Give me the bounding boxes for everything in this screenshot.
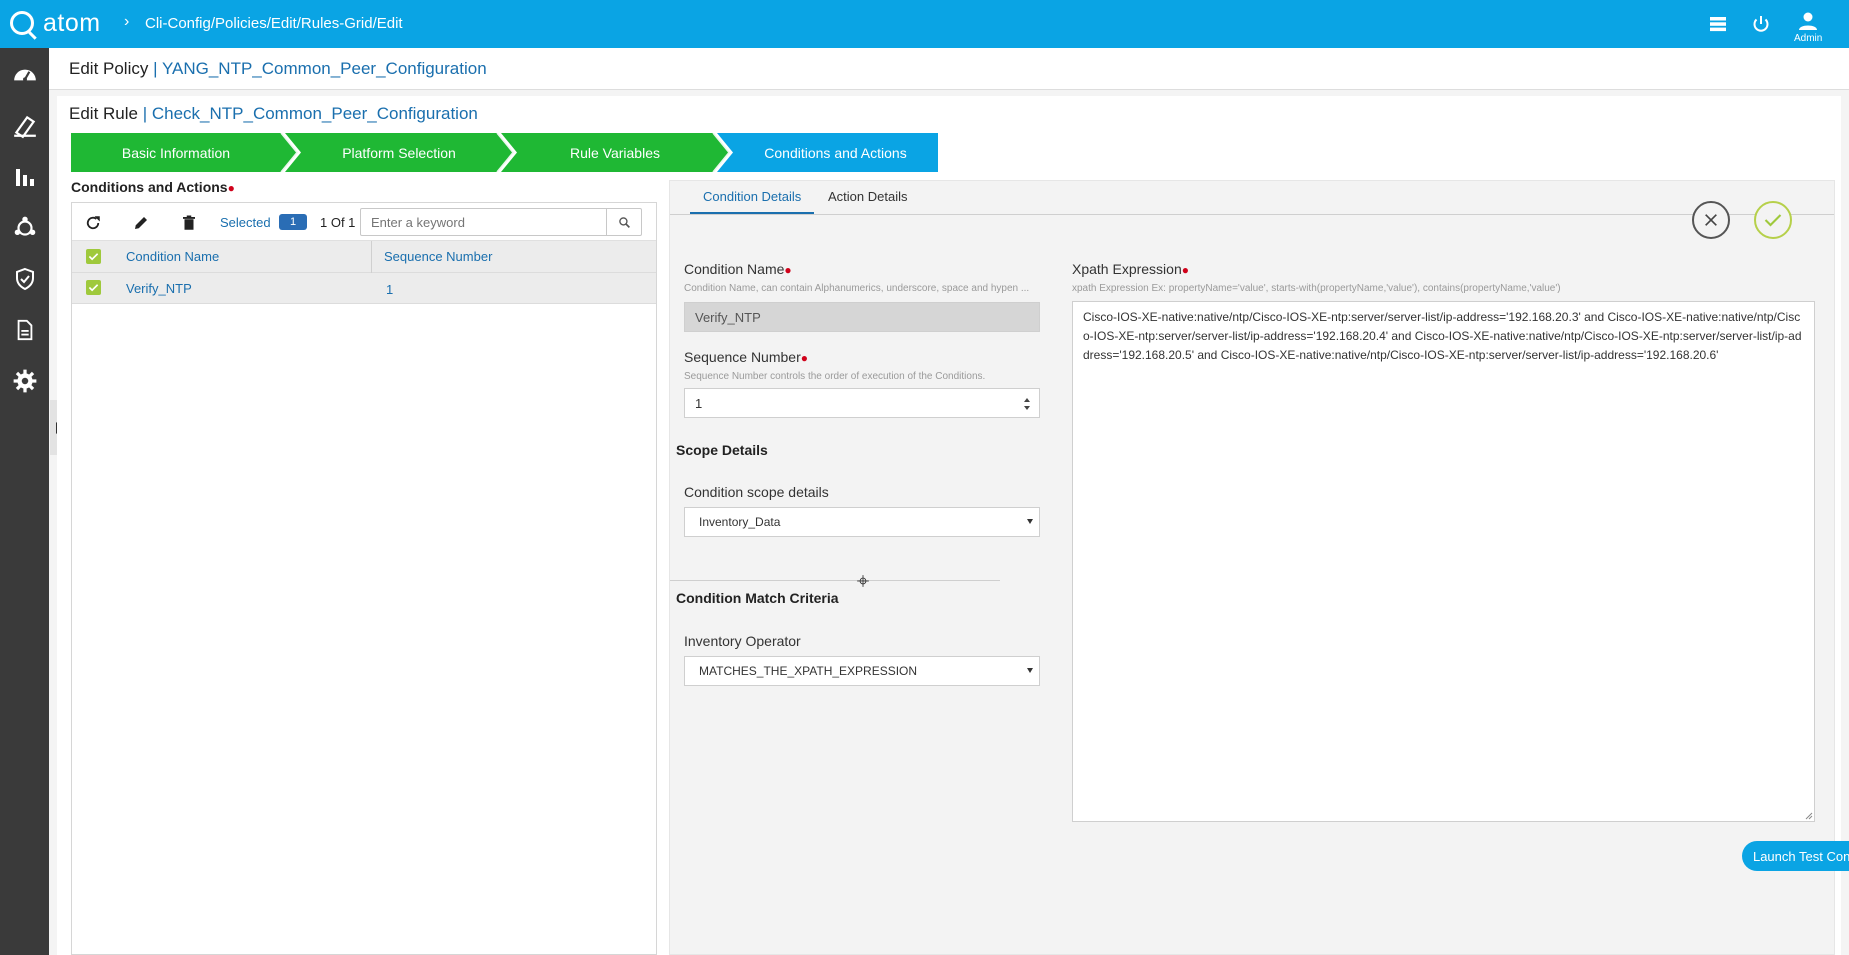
page-count: 1 Of 1	[320, 215, 356, 230]
step-label-rule-variables: Rule Variables	[569, 144, 660, 161]
dashboard-icon	[13, 69, 36, 82]
top-bar: atom › Cli-Config/Policies/Edit/Rules-Gr…	[0, 0, 1849, 48]
logo-text: atom	[43, 8, 101, 37]
column-divider	[371, 241, 372, 273]
conditions-grid: Selected 1 1 Of 1 Condition Name Sequenc…	[71, 202, 657, 955]
inventory-operator-label: Inventory Operator	[684, 633, 801, 649]
edit-pencil-icon[interactable]	[132, 214, 150, 232]
dropdown-caret-icon	[1027, 668, 1033, 673]
search-button[interactable]	[606, 209, 641, 235]
inventory-operator-select[interactable]: MATCHES_THE_XPATH_EXPRESSION	[684, 656, 1040, 686]
required-indicator: ●	[1181, 263, 1189, 277]
required-indicator: ●	[800, 351, 808, 365]
selected-label: Selected	[220, 215, 271, 230]
number-stepper-icon[interactable]	[1023, 397, 1031, 411]
atom-logo[interactable]: atom	[10, 8, 101, 38]
sidebar-item-analytics[interactable]	[0, 152, 49, 202]
tab-condition-details[interactable]: Condition Details	[703, 189, 801, 204]
column-header-condition-name[interactable]: Condition Name	[126, 249, 219, 264]
xpath-label: Xpath Expression●	[1072, 261, 1189, 277]
sidebar	[0, 48, 49, 955]
cell-condition-name[interactable]: Verify_NTP	[126, 281, 192, 296]
section-divider	[670, 580, 1000, 581]
step-label-conditions-and-actions: Conditions and Actions	[764, 144, 907, 161]
power-icon[interactable]	[1749, 12, 1773, 36]
sequence-number-hint: Sequence Number controls the order of ex…	[684, 371, 986, 382]
conditions-section-label: Conditions and Actions●	[71, 179, 235, 195]
xpath-expression-textarea[interactable]: Cisco-IOS-XE-native:native/ntp/Cisco-IOS…	[1072, 301, 1815, 822]
devices-icon	[13, 115, 36, 139]
rule-title: Edit Rule | Check_NTP_Common_Peer_Config…	[69, 104, 478, 123]
cancel-button[interactable]	[1692, 201, 1730, 239]
refresh-icon[interactable]	[84, 214, 102, 232]
checkmark-icon	[88, 284, 99, 292]
dropdown-caret-icon	[1027, 519, 1033, 524]
move-cursor-icon	[857, 575, 869, 587]
edit-rule-content: Edit Rule | Check_NTP_Common_Peer_Config…	[57, 96, 1849, 955]
chevron-right-icon: ›	[124, 13, 130, 30]
page-title: Edit Policy | YANG_NTP_Common_Peer_Confi…	[69, 59, 487, 78]
xpath-hint: xpath Expression Ex: propertyName='value…	[1072, 283, 1561, 294]
condition-name-hint: Condition Name, can contain Alphanumeric…	[684, 283, 1030, 294]
sidebar-item-topology[interactable]	[0, 203, 49, 253]
grid-header-row: Condition Name Sequence Number	[72, 241, 656, 273]
sequence-number-input[interactable]: 1	[684, 388, 1040, 418]
checkmark-icon	[88, 253, 99, 261]
logo-mark-icon	[10, 11, 34, 35]
condition-name-field: Verify_NTP	[684, 302, 1040, 332]
user-avatar-icon[interactable]	[1796, 9, 1820, 33]
tab-action-details[interactable]: Action Details	[828, 189, 907, 204]
sequence-number-label: Sequence Number●	[684, 349, 808, 365]
sidebar-item-documents[interactable]	[0, 305, 49, 355]
row-checkbox[interactable]	[86, 280, 101, 295]
launch-test-config-button[interactable]: Launch Test Config	[1742, 841, 1849, 871]
user-name-label: Admin	[1794, 33, 1823, 44]
topology-icon	[14, 216, 35, 236]
check-icon	[1764, 214, 1782, 227]
active-tab-indicator	[690, 212, 814, 214]
grid-toolbar: Selected 1 1 Of 1	[72, 203, 656, 241]
sidebar-item-settings[interactable]	[0, 356, 49, 406]
delete-trash-icon[interactable]	[180, 214, 198, 232]
search-icon	[618, 216, 630, 228]
policy-name: YANG_NTP_Common_Peer_Configuration	[161, 59, 487, 78]
required-indicator: ●	[784, 263, 792, 277]
cell-sequence-number: 1	[386, 282, 394, 297]
step-label-basic-information: Basic Information	[121, 144, 231, 161]
settings-gear-icon	[13, 369, 36, 393]
rule-name: Check_NTP_Common_Peer_Configuration	[151, 104, 478, 123]
sidebar-item-dashboard[interactable]	[0, 50, 49, 100]
sidebar-item-devices[interactable]	[0, 101, 49, 151]
required-indicator: ●	[227, 181, 235, 195]
page-header: Edit Policy | YANG_NTP_Common_Peer_Confi…	[49, 48, 1849, 90]
document-icon	[17, 319, 32, 341]
compliance-shield-icon	[15, 267, 34, 291]
scope-select[interactable]: Inventory_Data	[684, 507, 1040, 537]
search-input[interactable]	[361, 209, 606, 235]
condition-detail-panel: Condition Details Action Details Conditi…	[669, 180, 1849, 955]
step-label-platform-selection: Platform Selection	[342, 144, 456, 161]
resize-grip-icon[interactable]	[1805, 812, 1813, 820]
detail-tabs: Condition Details Action Details	[670, 181, 1834, 215]
table-row[interactable]: Verify_NTP 1	[72, 273, 656, 304]
column-header-sequence-number[interactable]: Sequence Number	[384, 249, 492, 264]
match-criteria-title: Condition Match Criteria	[676, 590, 839, 606]
sidebar-item-compliance[interactable]	[0, 254, 49, 304]
analytics-icon	[15, 169, 34, 186]
condition-name-label: Condition Name●	[684, 261, 792, 277]
search-box	[360, 208, 642, 236]
server-list-icon[interactable]	[1706, 12, 1730, 36]
save-button[interactable]	[1754, 201, 1792, 239]
scope-details-title: Scope Details	[676, 442, 768, 458]
close-icon	[1705, 214, 1717, 226]
select-all-checkbox[interactable]	[86, 249, 101, 264]
breadcrumb[interactable]: Cli-Config/Policies/Edit/Rules-Grid/Edit	[145, 15, 403, 32]
selected-count-badge: 1	[279, 214, 307, 230]
scope-label: Condition scope details	[684, 484, 829, 500]
